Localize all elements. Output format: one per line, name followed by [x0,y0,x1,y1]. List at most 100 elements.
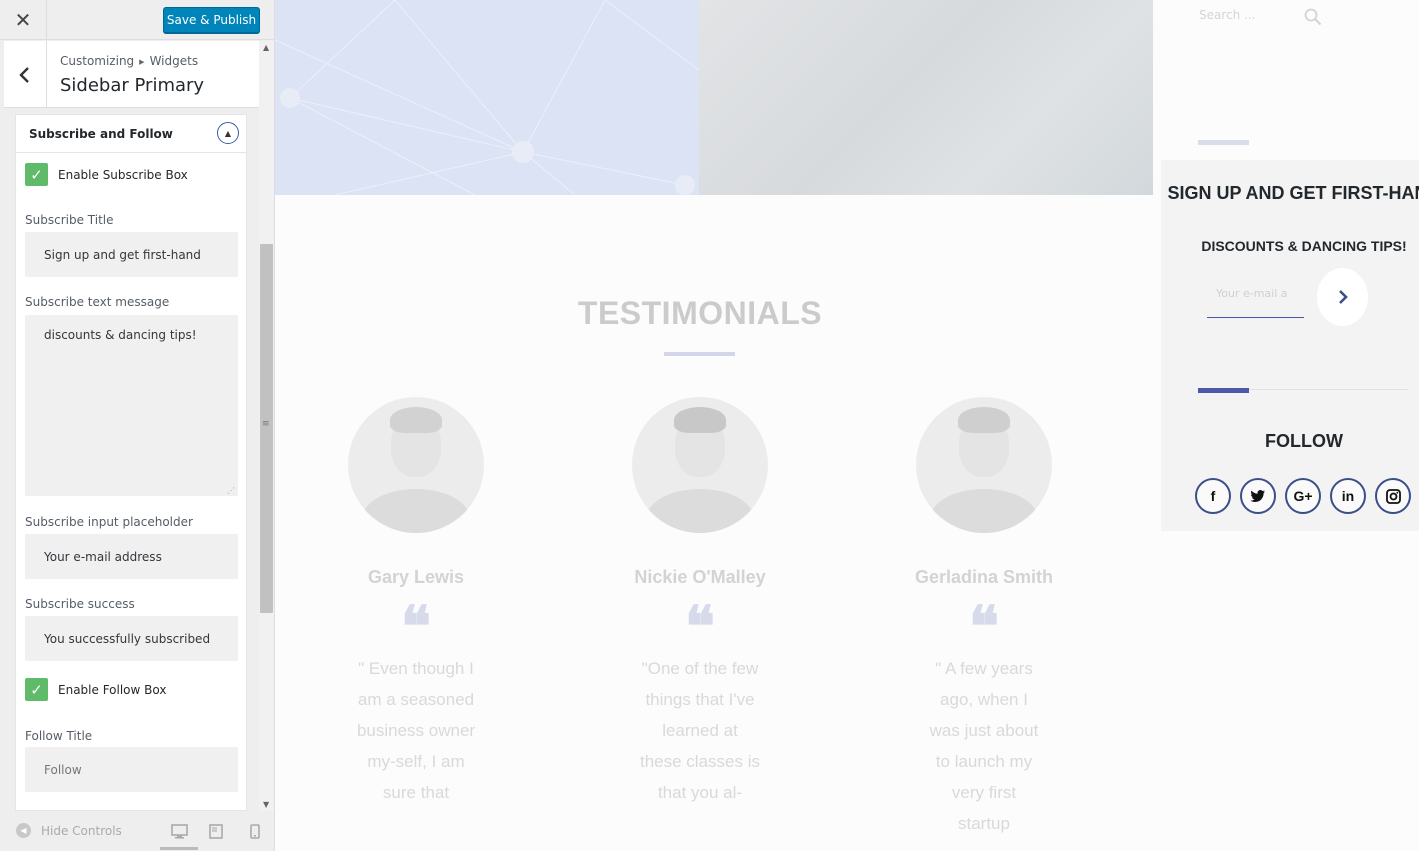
chevron-right-icon [1338,290,1348,304]
sidebar-search-input[interactable]: Search ... [1199,8,1255,22]
follow-divider-accent [1198,388,1249,393]
quote-icon: ❝ [684,597,716,659]
arrow-left-circle-icon: ◀ [16,823,31,838]
network-lines-graphic [275,0,700,195]
save-publish-button[interactable]: Save & Publish [163,7,260,33]
instagram-button[interactable] [1375,478,1411,514]
success-label: Subscribe success [25,597,135,611]
desktop-preview-button[interactable] [169,821,189,841]
search-divider [1198,140,1249,145]
instagram-icon [1385,488,1401,504]
subscribe-text-value: discounts & dancing tips! [44,328,197,342]
avatar [348,397,484,533]
twitter-icon [1250,490,1265,502]
customizer-header: ✕ Save & Publish [0,0,274,40]
subscribe-submit-button[interactable] [1317,268,1368,326]
widget-collapse-toggle[interactable]: ▲ [217,122,239,144]
google-plus-icon: G+ [1293,488,1313,504]
enable-follow-label: Enable Follow Box [58,682,167,697]
grip-icon: ≡ [262,419,270,429]
placeholder-label: Subscribe input placeholder [25,515,193,529]
hide-controls-button[interactable]: ◀ Hide Controls [16,823,122,838]
testimonial-name: Gary Lewis [367,567,465,587]
desktop-icon [170,823,188,838]
testimonial-name: Nickie O'Malley [634,567,766,587]
subscribe-title-input[interactable]: Sign up and get first-hand [25,232,238,277]
close-customizer-button[interactable]: ✕ [0,0,47,40]
linkedin-icon: in [1341,488,1355,504]
subscribe-text-textarea[interactable]: discounts & dancing tips! ⋰ [25,315,238,496]
back-button[interactable] [4,41,47,108]
avatar-body [362,489,470,533]
mobile-preview-button[interactable] [245,821,265,841]
testimonial-text: "One of the few things that I've learned… [640,659,760,802]
quote-icon: ❝ [400,597,432,659]
subscribe-follow-widget: Subscribe and Follow ▲ ✓ Enable Subscrib… [15,114,247,811]
checkmark-icon: ✓ [30,680,43,699]
quote-icon: ❝ [968,597,1000,659]
enable-subscribe-row[interactable]: ✓ Enable Subscribe Box [25,163,188,186]
subscribe-message: DISCOUNTS & DANCING TIPS! [1201,238,1407,254]
subscribe-title-label: Subscribe Title [25,213,114,227]
subscribe-email-input[interactable]: Your e-mail a [1207,283,1304,318]
scroll-up-arrow-icon[interactable]: ▲ [263,43,269,52]
facebook-icon: f [1210,488,1216,504]
testimonial-text: " A few years ago, when I was just about… [929,659,1039,833]
tablet-preview-button[interactable] [206,821,226,841]
avatar-hair [674,407,726,433]
twitter-button[interactable] [1240,478,1276,514]
hide-controls-label: Hide Controls [41,823,122,838]
avatar [632,397,768,533]
follow-title-label: Follow Title [25,729,93,743]
avatar-hair [390,407,442,433]
subscribe-title: SIGN UP AND GET FIRST-HAND [1167,183,1419,203]
widget-header[interactable]: Subscribe and Follow ▲ [16,115,246,153]
enable-follow-row[interactable]: ✓ Enable Follow Box [25,678,166,701]
site-preview: TESTIMONIALS Gary Lewis ❝ " Even though … [275,0,1419,851]
follow-title: FOLLOW [1265,431,1343,451]
google-plus-button[interactable]: G+ [1285,478,1321,514]
scrollbar-thumb[interactable]: ≡ [260,244,273,613]
section-header: Customizing ▶ Widgets Sidebar Primary [4,41,259,108]
customizer-footer: ◀ Hide Controls [0,811,274,851]
subscribe-box: SIGN UP AND GET FIRST-HAND DISCOUNTS & D… [1161,160,1419,531]
breadcrumb-current: Widgets [149,54,199,68]
testimonial-name: Gerladina Smith [914,567,1054,587]
tablet-icon [209,823,223,839]
checkmark-icon: ✓ [30,165,43,184]
avatar-body [930,489,1038,533]
heading-underline [664,352,735,356]
avatar-hair [958,407,1010,433]
close-icon: ✕ [14,8,32,32]
hero-banner [275,0,1153,195]
chevron-left-icon [19,66,29,83]
triangle-right-icon: ▶ [139,57,145,66]
placeholder-input[interactable]: Your e-mail address [25,534,238,579]
resize-grip-icon[interactable]: ⋰ [227,486,235,495]
linkedin-button[interactable]: in [1330,478,1366,514]
section-title: Sidebar Primary [60,75,205,96]
avatar-body [646,489,754,533]
hero-photo [699,0,1153,195]
success-input[interactable]: You successfully subscribed [25,616,238,661]
facebook-button[interactable]: f [1195,478,1231,514]
widget-title: Subscribe and Follow [29,127,173,141]
testimonial-text: " Even though I am a seasoned business o… [356,659,476,802]
panel-scrollbar[interactable]: ▲ ≡ ▼ [259,41,274,811]
enable-follow-checkbox[interactable]: ✓ [25,678,48,701]
hero-network-graphic [275,0,700,195]
subscribe-text-label: Subscribe text message [25,295,170,309]
enable-subscribe-label: Enable Subscribe Box [58,167,188,182]
follow-title-input[interactable]: Follow [25,747,238,792]
scroll-down-arrow-icon[interactable]: ▼ [263,800,269,809]
breadcrumb: Customizing ▶ Widgets [60,54,198,68]
triangle-up-icon: ▲ [224,128,232,138]
testimonials-heading: TESTIMONIALS [577,295,823,331]
avatar [916,397,1052,533]
customizer-panel: ✕ Save & Publish Customizing ▶ Widgets Sid… [0,0,275,851]
active-device-indicator [160,847,198,850]
mobile-icon [250,823,260,839]
enable-subscribe-checkbox[interactable]: ✓ [25,163,48,186]
breadcrumb-root: Customizing [60,54,135,68]
search-icon[interactable] [1304,8,1322,30]
